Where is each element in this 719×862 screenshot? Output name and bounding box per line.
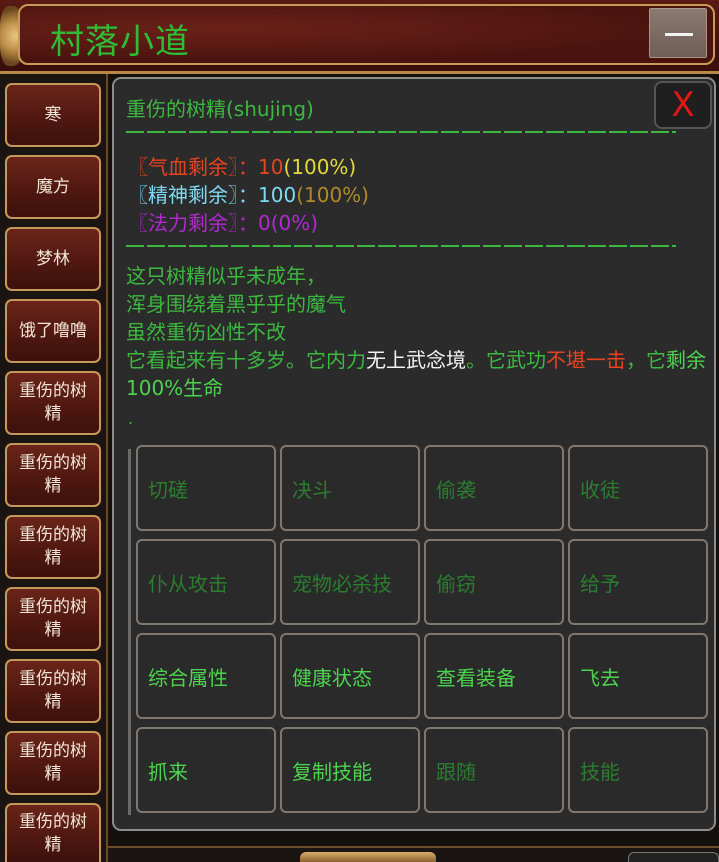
scrollbar[interactable] xyxy=(128,449,131,815)
separator-line xyxy=(126,245,676,247)
sidebar-item[interactable]: 重伤的树精 xyxy=(5,587,101,651)
stat-mana-label: 〖法力剩余〗： xyxy=(128,211,258,235)
stat-spirit: 〖精神剩余〗：100(100%) xyxy=(128,179,369,208)
title-bar: 村落小道 xyxy=(0,0,719,74)
action-steal-button[interactable]: 偷窃 xyxy=(424,539,564,625)
separator-line xyxy=(126,131,676,133)
sidebar-item-label: 重伤的树精 xyxy=(19,811,87,855)
desc-inner-power: 无上武念境 xyxy=(366,348,466,372)
stat-spirit-label: 〖精神剩余〗： xyxy=(128,183,258,207)
sidebar: 寒 魔方 梦林 饿了噜噜 重伤的树精 重伤的树精 重伤的树精 重伤的树精 重伤的… xyxy=(0,74,108,862)
action-duel-button[interactable]: 决斗 xyxy=(280,445,420,531)
action-summon-button[interactable]: 抓来 xyxy=(136,727,276,813)
stat-hp: 〖气血剩余〗：10(100%) xyxy=(128,151,356,180)
sidebar-item-label: 重伤的树精 xyxy=(19,453,87,496)
desc-martial-level: 不堪一击 xyxy=(546,348,626,372)
sidebar-item[interactable]: 寒 xyxy=(5,83,101,147)
stat-mana: 〖法力剩余〗：0(0%) xyxy=(128,207,318,236)
sidebar-item[interactable]: 重伤的树精 xyxy=(5,515,101,579)
desc-line: 浑身围绕着黑乎乎的魔气 xyxy=(126,292,346,316)
action-give-button[interactable]: 给予 xyxy=(568,539,708,625)
stat-hp-percent: (100%) xyxy=(283,155,357,179)
page-title: 村落小道 xyxy=(50,22,190,62)
desc-dot: . xyxy=(128,409,134,428)
action-follow-button[interactable]: 跟随 xyxy=(424,727,564,813)
sidebar-item[interactable]: 重伤的树精 xyxy=(5,731,101,795)
sidebar-item-label: 饿了噜噜 xyxy=(19,320,87,341)
bottom-tab[interactable] xyxy=(628,852,719,862)
stat-mana-percent: (0%) xyxy=(270,211,319,235)
action-fly-to-button[interactable]: 飞去 xyxy=(568,633,708,719)
close-button[interactable]: X xyxy=(654,81,712,129)
stat-spirit-percent: (100%) xyxy=(296,183,369,207)
action-servant-attack-button[interactable]: 仆从攻击 xyxy=(136,539,276,625)
desc-text: ，它 xyxy=(626,348,666,372)
sidebar-item[interactable]: 重伤的树精 xyxy=(5,659,101,723)
sidebar-item-label: 重伤的树精 xyxy=(19,597,87,640)
action-recruit-button[interactable]: 收徒 xyxy=(568,445,708,531)
sidebar-item-label: 重伤的树精 xyxy=(19,525,87,568)
sidebar-item-label: 寒 xyxy=(44,104,62,125)
sidebar-item-label: 重伤的树精 xyxy=(19,741,87,784)
sidebar-item-label: 重伤的树精 xyxy=(19,669,87,712)
stat-spirit-value: 100 xyxy=(258,183,297,207)
action-pet-ultimate-button[interactable]: 宠物必杀技 xyxy=(280,539,420,625)
target-info-panel: 重伤的树精(shujing) X 〖气血剩余〗：10(100%) 〖精神剩余〗：… xyxy=(112,77,716,831)
sidebar-item[interactable]: 梦林 xyxy=(5,227,101,291)
action-attributes-button[interactable]: 综合属性 xyxy=(136,633,276,719)
bottom-ornament-icon xyxy=(300,852,436,862)
sidebar-item[interactable]: 重伤的树精 xyxy=(5,371,101,435)
stat-mana-value: 0 xyxy=(258,211,271,235)
desc-line: 虽然重伤凶性不改 xyxy=(126,320,286,344)
sidebar-item[interactable]: 饿了噜噜 xyxy=(5,299,101,363)
panel-title: 重伤的树精(shujing) xyxy=(126,97,314,121)
action-skills-button[interactable]: 技能 xyxy=(568,727,708,813)
sidebar-item[interactable]: 重伤的树精 xyxy=(5,443,101,507)
action-spar-button[interactable]: 切磋 xyxy=(136,445,276,531)
sidebar-item-label: 梦林 xyxy=(36,248,70,269)
desc-line: 它看起来有十多岁。它内力无上武念境。它武功不堪一击，它剩余100%生命 xyxy=(126,346,708,402)
sidebar-item-label: 重伤的树精 xyxy=(19,381,87,424)
action-copy-skill-button[interactable]: 复制技能 xyxy=(280,727,420,813)
minimize-button[interactable] xyxy=(649,8,707,58)
action-sneak-attack-button[interactable]: 偷袭 xyxy=(424,445,564,531)
desc-text: 。它武功 xyxy=(466,348,546,372)
sidebar-item-label: 魔方 xyxy=(36,176,70,197)
stat-hp-value: 10 xyxy=(258,155,284,179)
desc-text: 它看起来有十多岁。它内力 xyxy=(126,348,366,372)
action-equipment-button[interactable]: 查看装备 xyxy=(424,633,564,719)
sidebar-item[interactable]: 重伤的树精 xyxy=(5,803,101,862)
minus-icon xyxy=(665,33,693,36)
stat-hp-label: 〖气血剩余〗： xyxy=(128,155,258,179)
desc-line: 这只树精似乎未成年， xyxy=(126,264,326,288)
description: 这只树精似乎未成年， 浑身围绕着黑乎乎的魔气 虽然重伤凶性不改 它看起来有十多岁… xyxy=(126,262,708,402)
action-health-button[interactable]: 健康状态 xyxy=(280,633,420,719)
sidebar-item[interactable]: 魔方 xyxy=(5,155,101,219)
action-grid: 切磋 决斗 偷袭 收徒 仆从攻击 宠物必杀技 偷窃 给予 综合属性 健康状态 查… xyxy=(136,445,712,821)
